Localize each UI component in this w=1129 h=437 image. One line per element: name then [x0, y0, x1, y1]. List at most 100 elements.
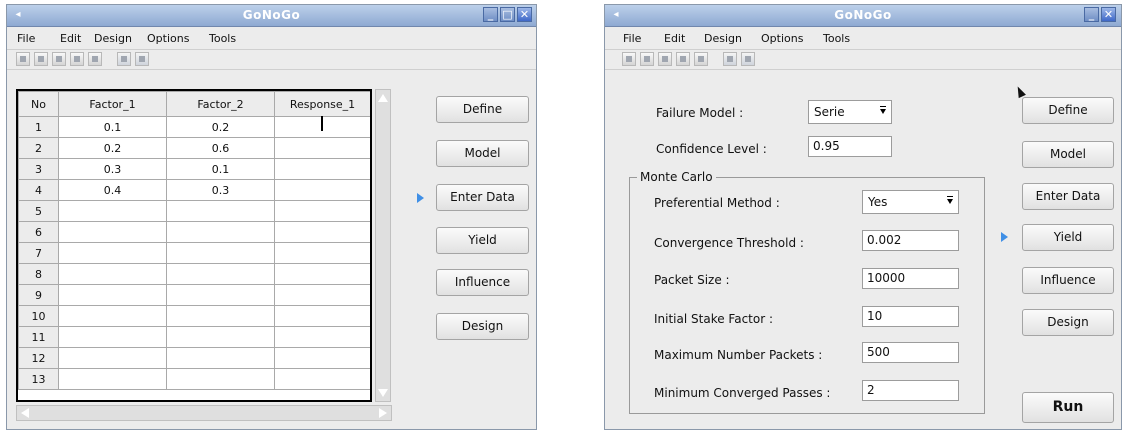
table-cell[interactable]: [166, 200, 275, 222]
design-button[interactable]: Design: [1022, 309, 1114, 336]
maximize-icon[interactable]: □: [500, 7, 515, 22]
table-cell[interactable]: [274, 305, 370, 327]
menu-design[interactable]: Design: [94, 32, 132, 45]
scroll-down-icon[interactable]: [378, 389, 388, 397]
table-cell[interactable]: [274, 242, 370, 264]
minimize-icon[interactable]: _: [483, 7, 498, 22]
chart-icon[interactable]: [117, 52, 131, 66]
maximum-number-packets-input[interactable]: 500: [862, 342, 959, 363]
scroll-left-icon[interactable]: [21, 408, 29, 418]
convergence-threshold-input[interactable]: 0.002: [862, 230, 959, 251]
column-header[interactable]: Factor_1: [58, 91, 167, 117]
plot-icon[interactable]: [741, 52, 755, 66]
menu-tools[interactable]: Tools: [209, 32, 236, 45]
menu-edit[interactable]: Edit: [664, 32, 685, 45]
table-cell[interactable]: [166, 305, 275, 327]
table-cell[interactable]: 0.3: [58, 158, 167, 180]
model-button[interactable]: Model: [436, 140, 529, 167]
chart-icon[interactable]: [723, 52, 737, 66]
table-cell[interactable]: [274, 158, 370, 180]
horizontal-scrollbar[interactable]: [16, 405, 392, 421]
enter-data-button[interactable]: Enter Data: [1022, 183, 1114, 210]
column-header[interactable]: No: [18, 91, 59, 117]
table-cell[interactable]: [274, 179, 370, 201]
export-icon[interactable]: [88, 52, 102, 66]
scroll-right-icon[interactable]: [379, 408, 387, 418]
table-cell[interactable]: 0.4: [58, 179, 167, 201]
table-cell[interactable]: [166, 347, 275, 369]
table-cell[interactable]: [58, 200, 167, 222]
table-cell[interactable]: [274, 347, 370, 369]
import-icon[interactable]: [676, 52, 690, 66]
chevron-down-icon[interactable]: [880, 106, 886, 114]
title-bar[interactable]: ◂ GoNoGo _ ✕: [605, 5, 1121, 27]
influence-button[interactable]: Influence: [436, 269, 529, 296]
table-cell[interactable]: 0.2: [58, 137, 167, 159]
table-cell[interactable]: [58, 326, 167, 348]
table-cell[interactable]: [58, 221, 167, 243]
cut-icon[interactable]: [16, 52, 30, 66]
table-cell[interactable]: [274, 200, 370, 222]
column-header[interactable]: Factor_2: [166, 91, 275, 117]
table-cell[interactable]: [166, 221, 275, 243]
table-cell[interactable]: [58, 284, 167, 306]
close-icon[interactable]: ✕: [517, 7, 532, 22]
failure-model-select[interactable]: Serie: [808, 100, 892, 124]
title-bar[interactable]: ◂ GoNoGo _ □ ✕: [7, 5, 536, 27]
table-cell[interactable]: [166, 326, 275, 348]
yield-button[interactable]: Yield: [1022, 224, 1114, 251]
chevron-down-icon[interactable]: [947, 196, 953, 204]
preferential-method-select[interactable]: Yes: [862, 190, 959, 214]
run-button[interactable]: Run: [1022, 392, 1114, 423]
vertical-scrollbar[interactable]: [375, 89, 391, 402]
table-cell[interactable]: [274, 284, 370, 306]
export-icon[interactable]: [694, 52, 708, 66]
import-icon[interactable]: [70, 52, 84, 66]
table-cell[interactable]: 0.3: [166, 179, 275, 201]
close-icon[interactable]: ✕: [1101, 7, 1116, 22]
menu-edit[interactable]: Edit: [60, 32, 81, 45]
confidence-level-input[interactable]: 0.95: [808, 136, 892, 157]
menu-design[interactable]: Design: [704, 32, 742, 45]
table-cell[interactable]: [58, 305, 167, 327]
packet-size-input[interactable]: 10000: [862, 268, 959, 289]
table-cell[interactable]: [166, 368, 275, 390]
define-button[interactable]: Define: [1022, 97, 1114, 124]
influence-button[interactable]: Influence: [1022, 267, 1114, 294]
table-cell[interactable]: 0.1: [58, 116, 167, 138]
design-button[interactable]: Design: [436, 313, 529, 340]
data-grid[interactable]: No Factor_1 Factor_2 Response_1 1 0.1 0.2 2 0.2…: [16, 89, 372, 402]
paste-icon[interactable]: [658, 52, 672, 66]
model-button[interactable]: Model: [1022, 141, 1114, 168]
table-cell[interactable]: [166, 263, 275, 285]
table-cell[interactable]: [274, 368, 370, 390]
define-button[interactable]: Define: [436, 96, 529, 123]
table-cell[interactable]: [274, 326, 370, 348]
minimize-icon[interactable]: _: [1084, 7, 1099, 22]
table-cell[interactable]: [58, 368, 167, 390]
table-cell[interactable]: [274, 221, 370, 243]
table-cell[interactable]: 0.2: [166, 116, 275, 138]
cut-icon[interactable]: [622, 52, 636, 66]
menu-options[interactable]: Options: [761, 32, 803, 45]
minimum-converged-passes-input[interactable]: 2: [862, 380, 959, 401]
table-cell[interactable]: [274, 137, 370, 159]
menu-file[interactable]: File: [623, 32, 641, 45]
column-header[interactable]: Response_1: [274, 91, 370, 117]
table-cell[interactable]: [274, 263, 370, 285]
paste-icon[interactable]: [52, 52, 66, 66]
table-cell[interactable]: [58, 347, 167, 369]
initial-stake-factor-input[interactable]: 10: [862, 306, 959, 327]
copy-icon[interactable]: [640, 52, 654, 66]
menu-options[interactable]: Options: [147, 32, 189, 45]
menu-tools[interactable]: Tools: [823, 32, 850, 45]
table-cell[interactable]: 0.6: [166, 137, 275, 159]
yield-button[interactable]: Yield: [436, 227, 529, 254]
plot-icon[interactable]: [135, 52, 149, 66]
table-cell[interactable]: [166, 242, 275, 264]
table-cell[interactable]: [58, 242, 167, 264]
table-cell[interactable]: [166, 284, 275, 306]
table-cell[interactable]: [58, 263, 167, 285]
enter-data-button[interactable]: Enter Data: [436, 184, 529, 211]
menu-file[interactable]: File: [17, 32, 35, 45]
